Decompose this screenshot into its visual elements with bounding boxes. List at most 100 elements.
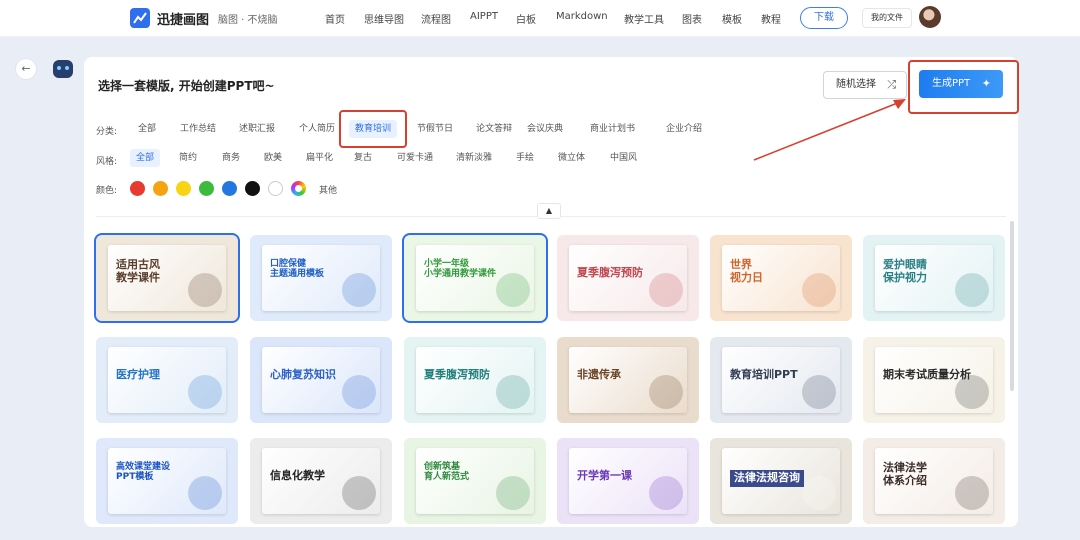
template-illustration	[955, 476, 989, 510]
template-card[interactable]: 高效课堂建设 PPT模板	[96, 438, 238, 524]
template-illustration	[649, 273, 683, 307]
style-chip[interactable]: 简约	[173, 149, 203, 167]
color-swatch[interactable]	[199, 181, 214, 196]
nav-flowchart[interactable]: 流程图	[421, 11, 451, 26]
template-card[interactable]: 世界 视力日	[710, 235, 852, 321]
template-title: 世界 视力日	[730, 258, 763, 284]
template-illustration	[188, 273, 222, 307]
download-button[interactable]: 下载	[800, 7, 848, 29]
template-title: 开学第一课	[577, 469, 632, 482]
template-title: 适用古风 教学课件	[116, 258, 160, 284]
color-swatch[interactable]	[291, 181, 306, 196]
my-files-button[interactable]: 我的文件	[862, 8, 912, 28]
style-chip[interactable]: 全部	[130, 149, 161, 167]
template-title: 爱护眼睛 保护视力	[883, 258, 927, 284]
template-card[interactable]: 夏季腹泻预防	[404, 337, 546, 423]
template-illustration	[802, 476, 836, 510]
template-illustration	[342, 273, 376, 307]
app-logo-icon[interactable]	[130, 8, 150, 28]
style-chip[interactable]: 清新淡雅	[450, 149, 498, 167]
template-illustration	[188, 476, 222, 510]
color-other-label[interactable]: 其他	[319, 183, 337, 196]
template-illustration	[496, 375, 530, 409]
template-card[interactable]: 信息化教学	[250, 438, 392, 524]
template-title: 教育培训PPT	[730, 368, 798, 381]
template-title: 创新筑基 育人新范式	[424, 462, 470, 483]
nav-whiteboard[interactable]: 白板	[516, 11, 536, 26]
category-chip[interactable]: 工作总结	[174, 120, 222, 138]
template-title: 信息化教学	[270, 469, 325, 482]
style-chip[interactable]: 扁平化	[300, 149, 339, 167]
category-chip[interactable]: 个人简历	[293, 120, 341, 138]
template-illustration	[342, 476, 376, 510]
color-swatch[interactable]	[222, 181, 237, 196]
template-title: 口腔保健 主题通用模板	[270, 259, 325, 280]
template-card[interactable]: 夏季腹泻预防	[557, 235, 699, 321]
style-chip[interactable]: 手绘	[510, 149, 540, 167]
color-swatch[interactable]	[245, 181, 260, 196]
nav-teaching-tools[interactable]: 教学工具	[624, 11, 664, 26]
color-swatch[interactable]	[268, 181, 283, 196]
user-avatar[interactable]	[919, 6, 941, 28]
color-swatch[interactable]	[130, 181, 145, 196]
nav-markdown[interactable]: Markdown	[556, 11, 608, 22]
template-card[interactable]: 心肺复苏知识	[250, 337, 392, 423]
template-card[interactable]: 非遗传承	[557, 337, 699, 423]
template-illustration	[649, 375, 683, 409]
category-chip[interactable]: 节假节日	[411, 120, 459, 138]
template-title: 非遗传承	[577, 368, 621, 381]
category-chip[interactable]: 全部	[132, 120, 162, 138]
highlight-box-generate	[908, 60, 1019, 114]
template-illustration	[649, 476, 683, 510]
nav-tutorial[interactable]: 教程	[761, 11, 781, 26]
color-label: 颜色:	[96, 186, 118, 196]
category-chip[interactable]: 会议庆典	[521, 120, 569, 138]
template-card[interactable]: 教育培训PPT	[710, 337, 852, 423]
template-card[interactable]: 小学一年级 小学通用教学课件	[402, 233, 548, 323]
template-card[interactable]: 期末考试质量分析	[863, 337, 1005, 423]
template-title: 小学一年级 小学通用教学课件	[424, 259, 497, 280]
nav-home[interactable]: 首页	[325, 11, 345, 26]
scrollbar[interactable]	[1010, 221, 1014, 391]
template-title: 期末考试质量分析	[883, 368, 971, 381]
nav-charts[interactable]: 图表	[682, 11, 702, 26]
category-chip[interactable]: 商业计划书	[584, 120, 641, 138]
color-swatch[interactable]	[153, 181, 168, 196]
template-card[interactable]: 爱护眼睛 保护视力	[863, 235, 1005, 321]
style-chip[interactable]: 商务	[216, 149, 246, 167]
app-brand[interactable]: 迅捷画图	[157, 9, 209, 28]
template-title: 高效课堂建设 PPT模板	[116, 462, 171, 483]
template-title: 法律法学 体系介绍	[883, 461, 927, 487]
template-card[interactable]: 医疗护理	[96, 337, 238, 423]
template-illustration	[955, 273, 989, 307]
template-card[interactable]: 口腔保健 主题通用模板	[250, 235, 392, 321]
style-chip[interactable]: 微立体	[552, 149, 591, 167]
style-chip[interactable]: 欧美	[258, 149, 288, 167]
color-swatch[interactable]	[176, 181, 191, 196]
template-illustration	[802, 375, 836, 409]
style-chip[interactable]: 可爱卡通	[391, 149, 439, 167]
template-illustration	[802, 273, 836, 307]
category-chip[interactable]: 论文答辩	[470, 120, 518, 138]
template-card[interactable]: 开学第一课	[557, 438, 699, 524]
template-title: 医疗护理	[116, 368, 160, 381]
collapse-filters-button[interactable]: ▲	[537, 203, 561, 219]
template-card[interactable]: 法律法规咨询	[710, 438, 852, 524]
style-chip[interactable]: 复古	[348, 149, 378, 167]
nav-templates[interactable]: 模板	[722, 11, 742, 26]
page-title: 选择一套模版, 开始创建PPT吧~	[98, 79, 275, 93]
category-chip[interactable]: 企业介绍	[660, 120, 708, 138]
annotation-arrow-icon	[753, 99, 906, 161]
ai-assistant-icon[interactable]	[53, 60, 73, 78]
template-title: 夏季腹泻预防	[577, 266, 643, 279]
back-arrow-icon[interactable]: ←	[15, 58, 37, 80]
category-chip[interactable]: 述职汇报	[233, 120, 281, 138]
template-card[interactable]: 法律法学 体系介绍	[863, 438, 1005, 524]
nav-aippt[interactable]: AIPPT	[470, 11, 498, 22]
style-label: 风格:	[96, 157, 118, 167]
top-navbar: 迅捷画图 脑图 · 不烧脑 首页 思维导图 流程图 AIPPT 白板 Markd…	[0, 0, 1080, 37]
nav-mindmap[interactable]: 思维导图	[364, 11, 404, 26]
template-card[interactable]: 适用古风 教学课件	[94, 233, 240, 323]
style-chip[interactable]: 中国风	[604, 149, 643, 167]
template-card[interactable]: 创新筑基 育人新范式	[404, 438, 546, 524]
